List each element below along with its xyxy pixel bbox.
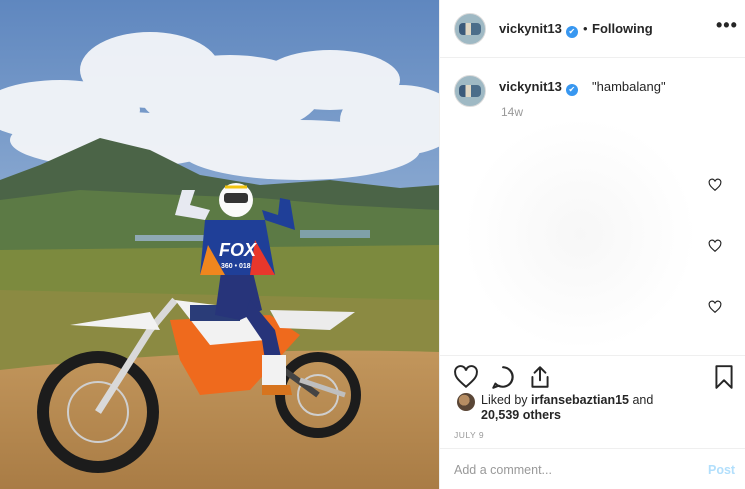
post-photo[interactable]: FOX 360 • 018 (0, 0, 439, 489)
caption-text: "hambalang" (592, 79, 666, 94)
author-avatar[interactable] (454, 13, 486, 45)
add-comment-bar: Post (440, 448, 745, 489)
photo-scene: FOX 360 • 018 (0, 0, 439, 489)
post-header: vickynit13 ✔ • Following ••• (440, 0, 745, 58)
like-heart-icon[interactable] (453, 364, 479, 390)
post-actions: Liked by irfansebaztian15 and 20,539 oth… (440, 355, 745, 489)
verified-badge-icon: ✔ (565, 26, 578, 38)
post-side-panel: vickynit13 ✔ • Following ••• vickynit13 ✔ … (439, 0, 745, 489)
background-watermark (460, 119, 700, 349)
post-date[interactable]: JULY 9 (454, 430, 484, 440)
liker-avatar[interactable] (457, 393, 475, 411)
jersey-number: 360 • 018 (221, 263, 251, 270)
jersey-brand: FOX (219, 240, 257, 260)
comment-icon[interactable] (490, 364, 516, 390)
caption-username[interactable]: vickynit13 ✔ (499, 79, 578, 96)
post-comment-button[interactable]: Post (708, 463, 735, 477)
likes-summary[interactable]: Liked by irfansebaztian15 and 20,539 oth… (481, 393, 653, 423)
verified-badge-icon: ✔ (565, 84, 578, 96)
comments-area[interactable]: vickynit13 ✔ "hambalang" 14w (440, 59, 745, 355)
more-options-icon[interactable]: ••• (716, 15, 738, 36)
comment-input[interactable] (454, 461, 684, 479)
caption-avatar[interactable] (454, 75, 486, 107)
caption-timestamp[interactable]: 14w (501, 105, 523, 119)
comment-like-heart-icon[interactable] (708, 239, 722, 253)
comment-like-heart-icon[interactable] (708, 300, 722, 314)
liker-username[interactable]: irfansebaztian15 (531, 393, 629, 407)
following-button[interactable]: Following (592, 21, 653, 36)
bookmark-icon[interactable] (711, 364, 737, 390)
share-icon[interactable] (527, 364, 553, 390)
likes-count[interactable]: 20,539 others (481, 408, 561, 422)
header-separator: • (583, 21, 588, 36)
comment-like-heart-icon[interactable] (708, 178, 722, 192)
author-username[interactable]: vickynit13 ✔ (499, 21, 578, 38)
